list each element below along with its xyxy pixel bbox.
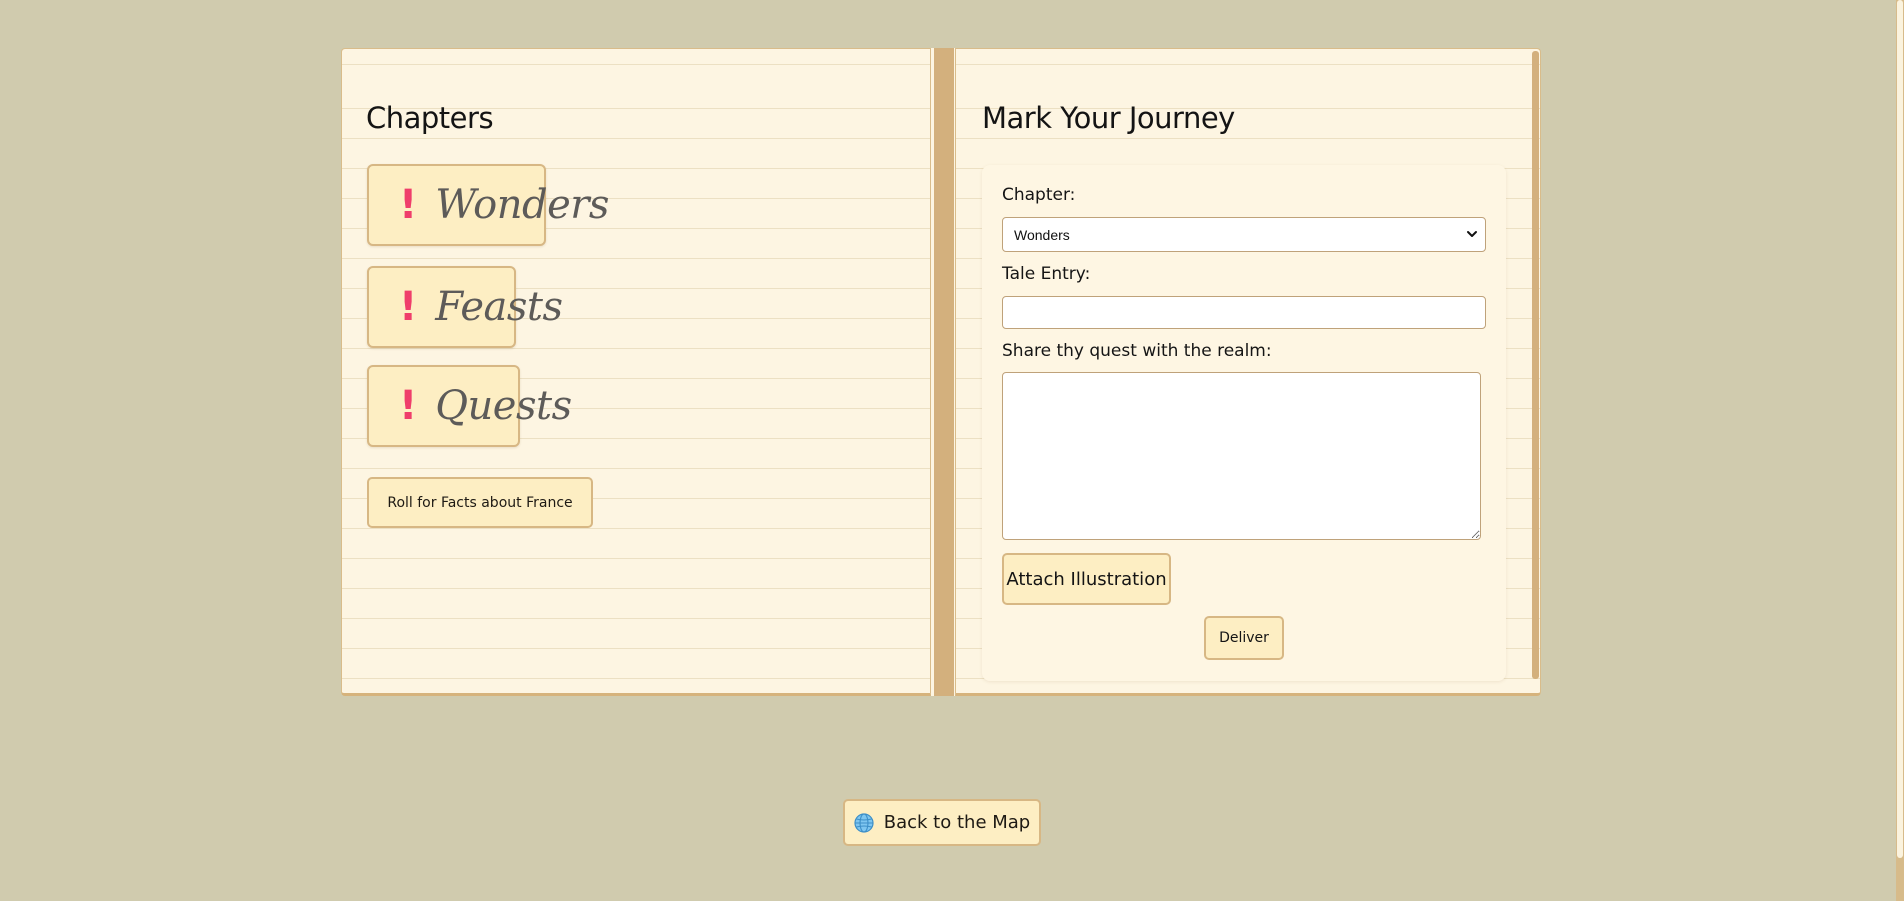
right-page: Mark Your Journey Chapter: Wonders Tale … xyxy=(955,48,1541,696)
chapter-label: Feasts xyxy=(435,284,563,330)
chapter-button-feasts[interactable]: ! Feasts xyxy=(367,266,563,348)
chapter-label: Quests xyxy=(435,383,572,429)
chapters-title: Chapters xyxy=(366,101,494,135)
roll-facts-button[interactable]: Roll for Facts about France xyxy=(367,477,593,528)
exclamation-icon: ! xyxy=(399,182,418,228)
journal-book: Chapters ! Wonders ! Feasts ! Quests Rol… xyxy=(341,48,1541,696)
quest-label: Share thy quest with the realm: xyxy=(1002,341,1272,361)
tale-entry-input[interactable] xyxy=(1002,296,1486,329)
left-page: Chapters ! Wonders ! Feasts ! Quests Rol… xyxy=(341,48,931,696)
exclamation-icon: ! xyxy=(399,284,418,330)
chapter-select[interactable]: Wonders xyxy=(1002,217,1486,252)
journey-title: Mark Your Journey xyxy=(982,101,1235,135)
chapter-label: Wonders xyxy=(435,182,609,228)
chapter-label: Chapter: xyxy=(1002,185,1076,205)
chevron-down-icon xyxy=(1467,231,1477,237)
book-spine xyxy=(931,48,957,696)
chapter-button-wonders[interactable]: ! Wonders xyxy=(367,164,609,246)
chapter-select-value: Wonders xyxy=(1014,226,1070,243)
globe-icon xyxy=(854,812,874,833)
attach-illustration-button[interactable]: Attach Illustration xyxy=(1002,553,1171,605)
deliver-button[interactable]: Deliver xyxy=(1204,616,1284,660)
back-to-map-button[interactable]: Back to the Map xyxy=(843,799,1041,846)
page-scrollbar[interactable] xyxy=(1896,0,1904,901)
back-to-map-label: Back to the Map xyxy=(883,812,1031,833)
tale-entry-label: Tale Entry: xyxy=(1002,264,1091,284)
spine-bar xyxy=(934,48,954,696)
quest-textarea[interactable] xyxy=(1002,372,1481,540)
chapter-button-quests[interactable]: ! Quests xyxy=(367,365,572,447)
journey-form: Chapter: Wonders Tale Entry: Share thy q… xyxy=(982,165,1506,681)
exclamation-icon: ! xyxy=(399,383,418,429)
page-edge xyxy=(1532,51,1539,679)
scrollbar-thumb[interactable] xyxy=(1897,0,1903,858)
